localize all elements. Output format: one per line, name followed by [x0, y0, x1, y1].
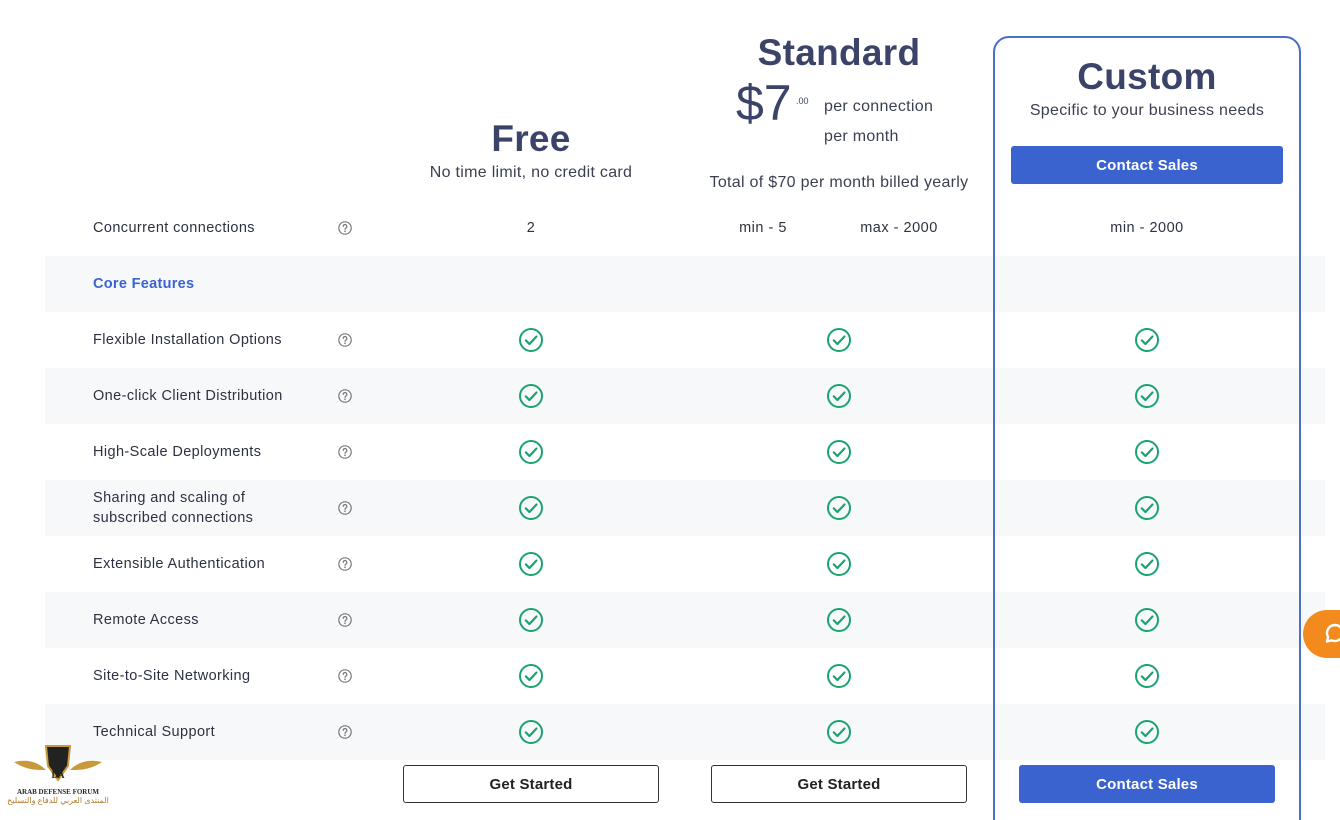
feature-row: Sharing and scaling of subscribed connec… [45, 480, 1325, 536]
free-get-started-button[interactable]: Get Started [403, 765, 659, 803]
check-circle-icon [519, 664, 543, 688]
standard-concurrent-min: min - 5 [739, 220, 787, 236]
check-circle-icon [827, 328, 851, 352]
check-circle-icon [827, 552, 851, 576]
core-features-section: Core Features [45, 256, 1325, 312]
plan-custom-header: Custom Specific to your business needs [995, 56, 1299, 120]
price-unit-connection: per connection [824, 98, 934, 115]
feature-row: Extensible Authentication [45, 536, 1325, 592]
concurrent-connections-row: Concurrent connections 2 min - 5 max - 2… [45, 200, 1325, 256]
contact-sales-button-bottom[interactable]: Contact Sales [1019, 765, 1275, 803]
feature-row: Site-to-Site Networking [45, 648, 1325, 704]
contact-sales-button-top[interactable]: Contact Sales [1011, 146, 1283, 184]
core-features-title: Core Features [93, 276, 195, 292]
watermark-logo-text: DA [52, 770, 65, 780]
feature-label: Sharing and scaling of subscribed connec… [93, 490, 254, 526]
plan-custom-title: Custom [1077, 56, 1217, 97]
plan-free-subtitle: No time limit, no credit card [429, 164, 633, 181]
help-circle-icon[interactable] [337, 500, 353, 516]
check-circle-icon [519, 552, 543, 576]
shield-wings-logo: DA [14, 745, 102, 782]
feature-label: Remote Access [93, 612, 199, 628]
plan-standard-header: Standard $7 .00 per connection per month… [684, 32, 994, 191]
help-circle-icon[interactable] [337, 612, 353, 628]
help-circle-icon[interactable] [337, 556, 353, 572]
feature-row: One-click Client Distribution [45, 368, 1325, 424]
check-circle-icon [1135, 328, 1159, 352]
check-circle-icon [827, 608, 851, 632]
check-circle-icon [1135, 664, 1159, 688]
help-circle-icon[interactable] [337, 724, 353, 740]
check-circle-icon [1135, 384, 1159, 408]
check-circle-icon [827, 496, 851, 520]
check-circle-icon [519, 496, 543, 520]
help-circle-icon[interactable] [337, 388, 353, 404]
watermark-title: ARAB DEFENSE FORUM [16, 788, 100, 796]
plan-custom-subtitle: Specific to your business needs [1029, 102, 1265, 119]
check-circle-icon [1135, 552, 1159, 576]
feature-row: Remote Access [45, 592, 1325, 648]
check-circle-icon [827, 720, 851, 744]
check-circle-icon [827, 384, 851, 408]
concurrent-connections-label: Concurrent connections [93, 220, 255, 236]
custom-concurrent-value: min - 2000 [1110, 220, 1184, 236]
price-cents: .00 [796, 96, 809, 106]
check-circle-icon [1135, 496, 1159, 520]
watermark-logo: DA ARAB DEFENSE FORUM المنتدى العربي للد… [6, 740, 110, 820]
price-amount: $7 [736, 75, 792, 131]
help-circle-icon[interactable] [337, 332, 353, 348]
check-circle-icon [519, 328, 543, 352]
plan-standard-price: $7 .00 per connection per month [684, 74, 994, 158]
feature-label: Technical Support [93, 724, 216, 740]
check-circle-icon [827, 664, 851, 688]
free-concurrent-value: 2 [526, 220, 536, 236]
standard-concurrent-max: max - 2000 [860, 220, 938, 236]
feature-label: Flexible Installation Options [93, 332, 282, 348]
watermark-subtitle: المنتدى العربي للدفاع والتسليح [7, 796, 109, 805]
plan-free-header: Free No time limit, no credit card [376, 118, 686, 182]
check-circle-icon [827, 440, 851, 464]
feature-row: Flexible Installation Options [45, 312, 1325, 368]
standard-get-started-button[interactable]: Get Started [711, 765, 967, 803]
billing-note: Total of $70 per month billed yearly [709, 174, 969, 191]
check-circle-icon [519, 384, 543, 408]
help-circle-icon[interactable] [337, 668, 353, 684]
feature-label: Extensible Authentication [93, 556, 266, 572]
check-circle-icon [1135, 608, 1159, 632]
plan-free-title: Free [491, 118, 571, 159]
check-circle-icon [519, 720, 543, 744]
chat-bubble-icon [1325, 623, 1340, 643]
feature-label: One-click Client Distribution [93, 388, 283, 404]
feature-row: High-Scale Deployments [45, 424, 1325, 480]
help-circle-icon[interactable] [337, 444, 353, 460]
plan-standard-title: Standard [757, 32, 921, 73]
help-circle-icon[interactable] [337, 220, 353, 236]
feature-label: High-Scale Deployments [93, 444, 262, 460]
check-circle-icon [519, 440, 543, 464]
feature-row: Technical Support [45, 704, 1325, 760]
feature-label: Site-to-Site Networking [93, 668, 251, 684]
check-circle-icon [519, 608, 543, 632]
check-circle-icon [1135, 440, 1159, 464]
price-unit-month: per month [824, 128, 899, 145]
check-circle-icon [1135, 720, 1159, 744]
